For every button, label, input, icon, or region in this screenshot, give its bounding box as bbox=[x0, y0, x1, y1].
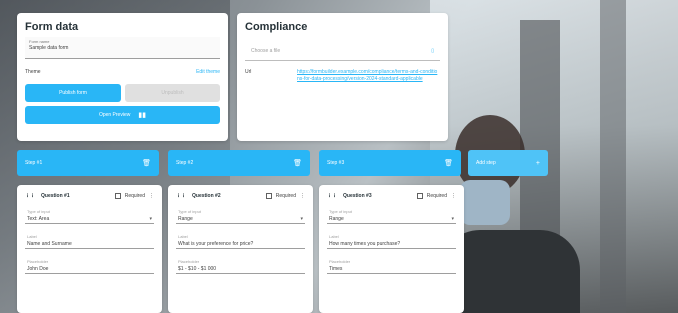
placeholder-label: Placeholder bbox=[178, 259, 200, 264]
drag-handle-icon[interactable]: ⋮⋮ bbox=[176, 193, 186, 199]
placeholder-input[interactable]: Placeholder $1 - $10 - $1 000 bbox=[176, 255, 305, 274]
placeholder-input[interactable]: Placeholder John Doe bbox=[25, 255, 154, 274]
chevron-down-icon: ▾ bbox=[300, 216, 303, 222]
plus-icon: + bbox=[535, 159, 540, 167]
required-label: Required bbox=[275, 193, 296, 199]
type-value: Range bbox=[178, 216, 193, 222]
url-row: Url https://formbuilder.example.com/comp… bbox=[245, 69, 440, 83]
chart-icon: ▮▮ bbox=[138, 112, 147, 119]
question-card-3: ⋮⋮ Question #3 Required ⋮ Type of input Ran… bbox=[319, 185, 464, 313]
url-label: Url bbox=[245, 69, 252, 75]
required-label: Required bbox=[426, 193, 447, 199]
label-label: Label bbox=[27, 234, 37, 239]
label-label: Label bbox=[329, 234, 339, 239]
placeholder-label: Placeholder bbox=[329, 259, 351, 264]
type-label: Type of input bbox=[178, 209, 201, 214]
placeholder-value: Times bbox=[329, 266, 343, 272]
file-select-placeholder: Choose a file bbox=[251, 47, 281, 54]
required-label: Required bbox=[124, 193, 145, 199]
step-3-label: Step #3 bbox=[327, 160, 345, 166]
add-step-button[interactable]: Add step + bbox=[468, 150, 548, 176]
preview-button[interactable]: Open Preview ▮▮ bbox=[25, 106, 220, 124]
preview-button-label: Open Preview bbox=[98, 112, 131, 118]
unpublish-button[interactable]: Unpublish bbox=[125, 84, 220, 102]
form-action-row: Publish form Unpublish bbox=[25, 84, 220, 102]
placeholder-value: $1 - $10 - $1 000 bbox=[178, 266, 217, 272]
form-name-value[interactable]: Sample data form bbox=[29, 45, 216, 51]
type-label: Type of input bbox=[27, 209, 50, 214]
label-value: Name and Surname bbox=[27, 241, 72, 247]
more-icon[interactable]: ⋮ bbox=[149, 193, 154, 199]
edit-theme-link[interactable]: Edit theme bbox=[196, 69, 220, 75]
form-data-card: Form data Form name Sample data form The… bbox=[17, 13, 228, 141]
question-card-1: ⋮⋮ Question #1 Required ⋮ Type of input Tex… bbox=[17, 185, 162, 313]
drag-handle-icon[interactable]: ⋮⋮ bbox=[25, 193, 35, 199]
drag-handle-icon[interactable]: ⋮⋮ bbox=[327, 193, 337, 199]
step-2-bar[interactable]: Step #2 🗑 bbox=[168, 150, 310, 176]
required-checkbox[interactable] bbox=[416, 193, 423, 199]
chevron-down-icon: ▾ bbox=[451, 216, 454, 222]
required-checkbox[interactable] bbox=[265, 193, 272, 199]
step-1-label: Step #1 bbox=[25, 160, 43, 166]
more-icon[interactable]: ⋮ bbox=[300, 193, 305, 199]
type-value: Range bbox=[329, 216, 344, 222]
delete-icon[interactable]: 🗑 bbox=[293, 159, 302, 167]
url-link[interactable]: https://formbuilder.example.com/complian… bbox=[297, 69, 440, 83]
file-icon: ▯ bbox=[431, 47, 434, 54]
file-select[interactable]: Choose a file ▯ bbox=[245, 41, 440, 61]
type-select[interactable]: Type of input Text: Area ▾ bbox=[25, 205, 154, 224]
type-select[interactable]: Type of input Range ▾ bbox=[327, 205, 456, 224]
form-name-label: Form name bbox=[29, 39, 50, 44]
delete-icon[interactable]: 🗑 bbox=[142, 159, 151, 167]
step-3-bar[interactable]: Step #3 🗑 bbox=[319, 150, 461, 176]
background-photo-frame-right bbox=[600, 0, 626, 313]
publish-button[interactable]: Publish form bbox=[25, 84, 121, 102]
type-label: Type of input bbox=[329, 209, 352, 214]
label-value: How many times you purchase? bbox=[329, 241, 401, 247]
placeholder-value: John Doe bbox=[27, 266, 49, 272]
theme-row: Theme Edit theme bbox=[25, 69, 220, 75]
question-title: Question #3 bbox=[343, 193, 372, 199]
compliance-card: Compliance Choose a file ▯ Url https://f… bbox=[237, 13, 448, 141]
form-name-field[interactable]: Form name Sample data form bbox=[25, 37, 220, 59]
more-icon[interactable]: ⋮ bbox=[451, 193, 456, 199]
chevron-down-icon: ▾ bbox=[149, 216, 152, 222]
delete-icon[interactable]: 🗑 bbox=[444, 159, 453, 167]
label-input[interactable]: Label What is your preference for price? bbox=[176, 230, 305, 249]
label-input[interactable]: Label How many times you purchase? bbox=[327, 230, 456, 249]
label-label: Label bbox=[178, 234, 188, 239]
form-data-title: Form data bbox=[25, 21, 79, 33]
required-checkbox[interactable] bbox=[114, 193, 121, 199]
placeholder-label: Placeholder bbox=[27, 259, 49, 264]
theme-label: Theme bbox=[25, 69, 41, 75]
step-1-bar[interactable]: Step #1 🗑 bbox=[17, 150, 159, 176]
add-step-label: Add step bbox=[476, 160, 496, 166]
compliance-title: Compliance bbox=[245, 21, 308, 33]
placeholder-input[interactable]: Placeholder Times bbox=[327, 255, 456, 274]
label-input[interactable]: Label Name and Surname bbox=[25, 230, 154, 249]
question-title: Question #1 bbox=[41, 193, 70, 199]
type-select[interactable]: Type of input Range ▾ bbox=[176, 205, 305, 224]
type-value: Text: Area bbox=[27, 216, 50, 222]
step-2-label: Step #2 bbox=[176, 160, 194, 166]
label-value: What is your preference for price? bbox=[178, 241, 254, 247]
question-title: Question #2 bbox=[192, 193, 221, 199]
background-person-mask bbox=[460, 180, 510, 225]
question-card-2: ⋮⋮ Question #2 Required ⋮ Type of input Ran… bbox=[168, 185, 313, 313]
